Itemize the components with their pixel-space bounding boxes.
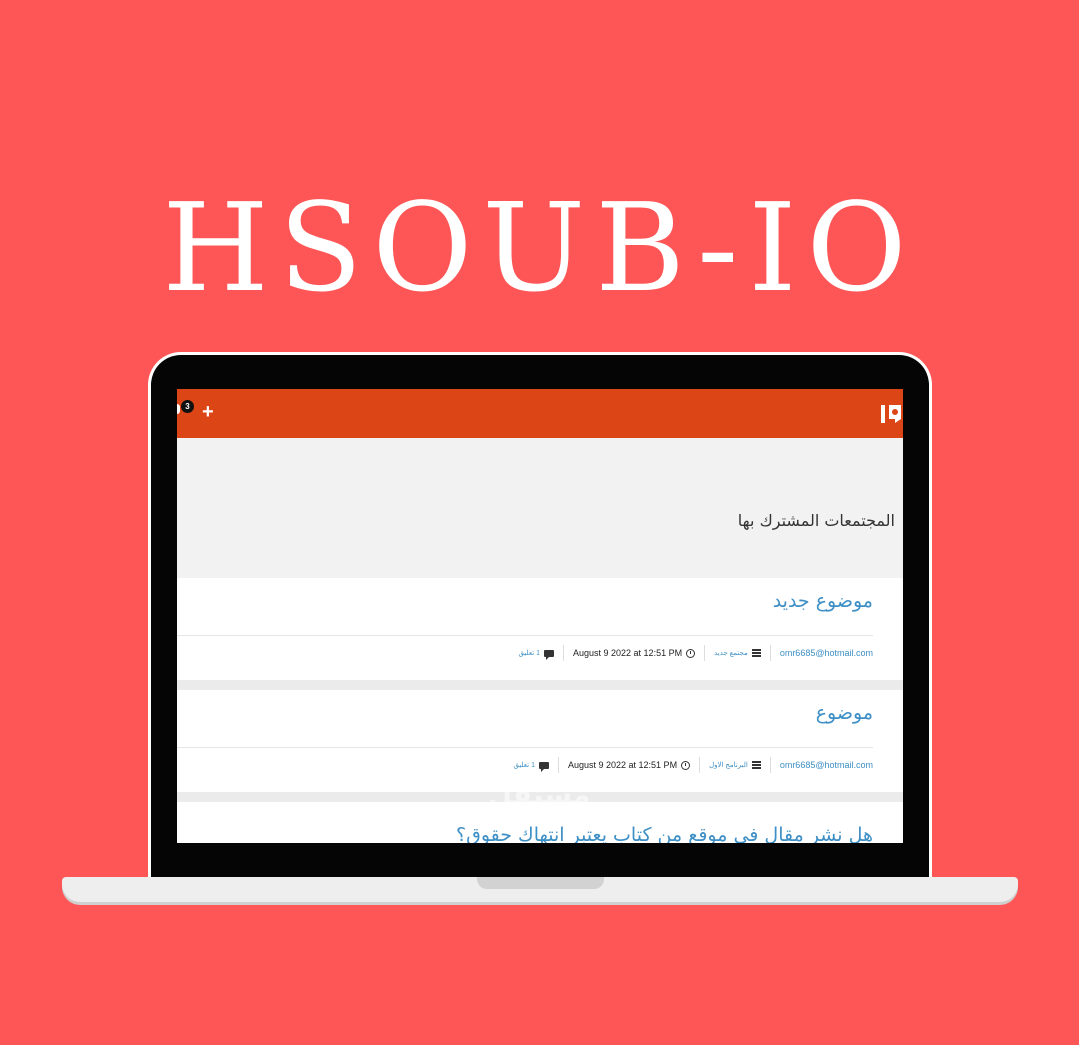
meta-divider: [704, 645, 706, 661]
post-card: موضوع omr6685@hotmail.com البرنامج الاول…: [177, 690, 903, 792]
post-community-link[interactable]: مجتمع جديد: [714, 649, 748, 657]
post-card: موضوع جديد omr6685@hotmail.com مجتمع جدي…: [177, 578, 903, 680]
notification-badge[interactable]: 3: [181, 400, 194, 413]
post-meta: omr6685@hotmail.com البرنامج الاول Augus…: [514, 757, 873, 773]
laptop-screen: 3 + المجتمعات المشترك بها موضوع جديد omr…: [177, 389, 903, 843]
post-date: August 9 2022 at 12:51 PM: [567, 760, 691, 770]
post-comments-link[interactable]: 1 تعليق: [514, 761, 535, 769]
meta-divider: [557, 757, 559, 773]
post-divider: [177, 747, 873, 748]
meta-divider: [769, 645, 771, 661]
clock-icon: [681, 760, 691, 770]
top-navbar: 3 +: [177, 389, 903, 438]
post-date-text: August 9 2022 at 12:51 PM: [573, 648, 683, 658]
post-card: هل نشر مقال في موقع من كتاب يعتبر انتهاك…: [177, 802, 903, 843]
laptop-notch: [477, 877, 604, 889]
hero-title: HSOUB-IO: [162, 177, 917, 319]
bell-icon[interactable]: [177, 404, 180, 414]
post-author-link[interactable]: omr6685@hotmail.com: [780, 648, 873, 658]
comment-icon: [538, 761, 549, 772]
page-header: [177, 438, 903, 578]
comment-icon: [544, 649, 554, 660]
post-comments: 1 تعليق: [519, 649, 554, 660]
post-comments-link[interactable]: 1 تعليق: [519, 649, 540, 657]
meta-divider: [769, 757, 771, 773]
meta-divider: [563, 645, 564, 661]
post-divider: [177, 635, 873, 636]
post-date-text: August 9 2022 at 12:51 PM: [567, 760, 678, 770]
list-icon: [751, 761, 761, 769]
io-logo-icon[interactable]: [879, 402, 903, 426]
post-title-link[interactable]: موضوع جديد: [773, 590, 873, 612]
list-icon: [751, 649, 761, 657]
post-meta: omr6685@hotmail.com مجتمع جديد August 9 …: [519, 645, 873, 661]
post-community-link[interactable]: البرنامج الاول: [709, 761, 748, 769]
post-comments: 1 تعليق: [514, 761, 549, 772]
page-title: المجتمعات المشترك بها: [737, 511, 895, 530]
post-date: August 9 2022 at 12:51 PM: [573, 648, 696, 658]
post-title-link[interactable]: موضوع: [816, 702, 873, 724]
post-author-link[interactable]: omr6685@hotmail.com: [780, 760, 873, 770]
add-button[interactable]: +: [202, 402, 214, 422]
post-title-link[interactable]: هل نشر مقال في موقع من كتاب يعتبر انتهاك…: [456, 824, 873, 843]
post-community: مجتمع جديد: [714, 649, 761, 657]
clock-icon: [686, 648, 696, 658]
post-community: البرنامج الاول: [709, 761, 761, 769]
meta-divider: [699, 757, 701, 773]
